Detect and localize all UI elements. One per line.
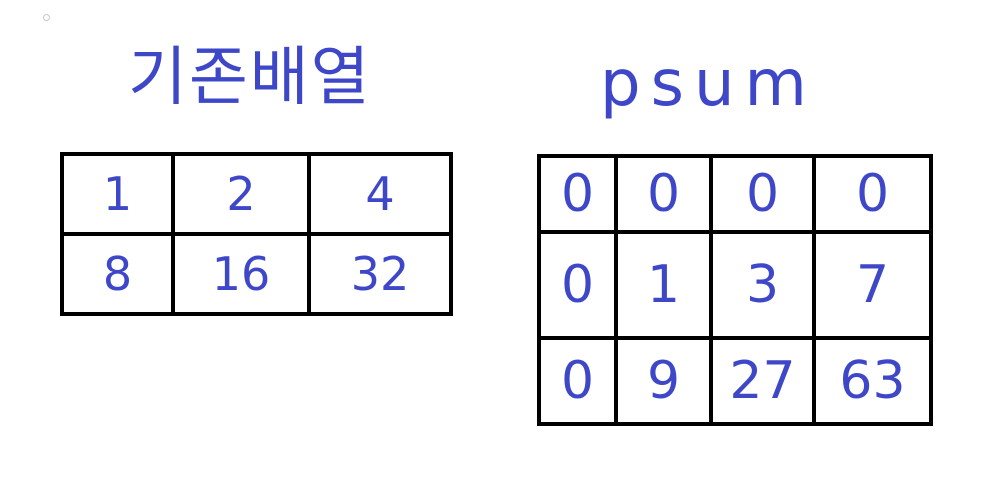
cell: 1 bbox=[614, 230, 713, 340]
original-array-table: 1 2 4 8 16 32 bbox=[60, 152, 453, 316]
table-row: 0 1 3 7 bbox=[537, 230, 933, 340]
table-row: 8 16 32 bbox=[60, 232, 453, 316]
cell: 0 bbox=[812, 154, 933, 234]
table-row: 0 0 0 0 bbox=[537, 154, 933, 234]
original-array-title: 기존배열 bbox=[128, 41, 372, 115]
cell: 9 bbox=[614, 336, 713, 426]
cell: 8 bbox=[60, 232, 175, 316]
cell: 0 bbox=[709, 154, 816, 234]
psum-title: psum bbox=[600, 47, 817, 121]
cell: 63 bbox=[812, 336, 933, 426]
cell: 0 bbox=[537, 336, 618, 426]
cell: 32 bbox=[307, 232, 453, 316]
cell: 1 bbox=[60, 152, 175, 236]
dot-mark bbox=[43, 14, 50, 21]
cell: 0 bbox=[537, 154, 618, 234]
table-row: 0 9 27 63 bbox=[537, 336, 933, 426]
cell: 0 bbox=[614, 154, 713, 234]
cell: 7 bbox=[812, 230, 933, 340]
cell: 27 bbox=[709, 336, 816, 426]
psum-table: 0 0 0 0 0 1 3 7 0 9 27 63 bbox=[537, 154, 933, 426]
table-row: 1 2 4 bbox=[60, 152, 453, 236]
cell: 16 bbox=[171, 232, 311, 316]
cell: 2 bbox=[171, 152, 311, 236]
cell: 0 bbox=[537, 230, 618, 340]
cell: 3 bbox=[709, 230, 816, 340]
cell: 4 bbox=[307, 152, 453, 236]
